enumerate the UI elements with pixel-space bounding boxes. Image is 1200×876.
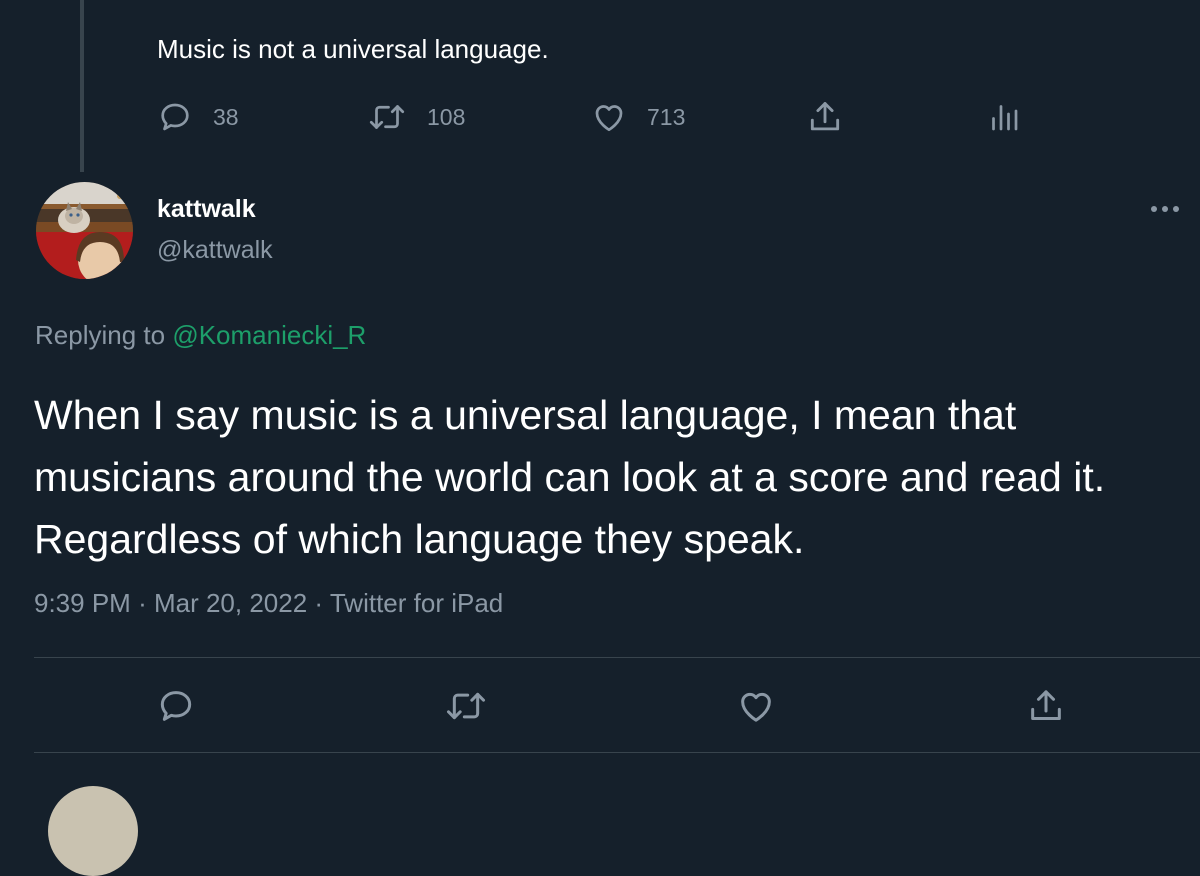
meta-separator: ·: [314, 588, 324, 618]
heart-icon: [736, 686, 776, 731]
divider: [34, 657, 1200, 658]
parent-retweet-count: 108: [427, 103, 466, 130]
meta-separator: ·: [138, 588, 147, 618]
more-options-button[interactable]: [1140, 192, 1190, 228]
parent-analytics-button[interactable]: [986, 95, 1022, 139]
next-reply-avatar[interactable]: [48, 786, 138, 876]
retweet-button[interactable]: [442, 684, 490, 732]
main-tweet-actions: [0, 684, 1200, 732]
more-icon: [1149, 201, 1181, 219]
reply-button[interactable]: [152, 684, 200, 732]
parent-like-button[interactable]: 713: [591, 95, 685, 139]
replying-to-prefix: Replying to: [35, 320, 166, 350]
parent-tweet-actions: 38 108 713: [0, 95, 1200, 139]
author-handle[interactable]: @kattwalk: [157, 236, 273, 265]
like-button[interactable]: [732, 684, 780, 732]
replying-to-mention[interactable]: @Komaniecki_R: [172, 320, 366, 350]
retweet-icon: [367, 99, 407, 135]
reply-icon: [156, 686, 196, 731]
main-tweet-text: When I say music is a universal language…: [34, 392, 1106, 562]
tweet-time[interactable]: 9:39 PM: [34, 588, 131, 618]
parent-retweet-button[interactable]: 108: [367, 95, 465, 139]
tweet-source: Twitter for iPad: [329, 588, 504, 618]
share-button[interactable]: [1022, 684, 1070, 732]
tweet-metadata: 9:39 PM · Mar 20, 2022 · Twitter for iPa…: [34, 588, 503, 619]
parent-reply-button[interactable]: 38: [157, 95, 239, 139]
reply-icon: [157, 99, 193, 135]
author-avatar[interactable]: [36, 182, 133, 279]
parent-tweet-text: Music is not a universal language.: [157, 34, 549, 64]
analytics-icon: [986, 99, 1022, 135]
divider: [34, 752, 1200, 753]
parent-share-button[interactable]: [806, 95, 844, 139]
author-name[interactable]: kattwalk: [157, 195, 256, 224]
heart-icon: [591, 99, 627, 135]
replying-to-line: Replying to @Komaniecki_R: [35, 320, 366, 351]
share-icon: [1026, 686, 1066, 731]
avatar-photo: [36, 182, 133, 279]
thread-line: [80, 0, 84, 172]
tweet-date[interactable]: Mar 20, 2022: [154, 588, 307, 618]
parent-like-count: 713: [647, 103, 686, 130]
retweet-icon: [444, 686, 488, 731]
parent-reply-count: 38: [213, 103, 239, 130]
share-icon: [806, 98, 844, 136]
